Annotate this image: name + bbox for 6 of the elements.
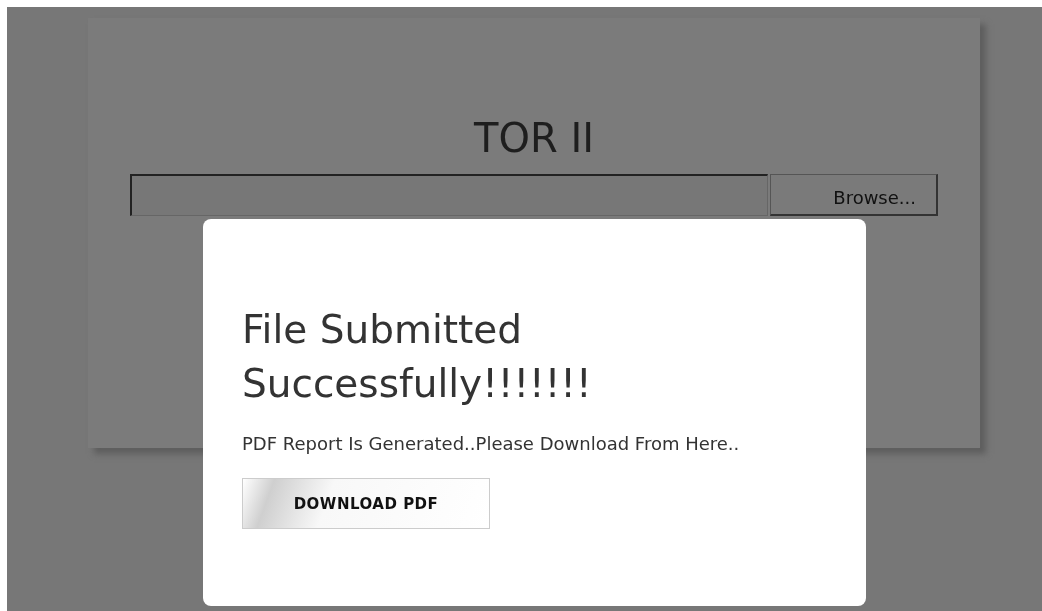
- download-pdf-button[interactable]: DOWNLOAD PDF: [242, 478, 490, 529]
- page-title: TOR II: [473, 114, 595, 162]
- dialog-message: PDF Report Is Generated..Please Download From Here..: [242, 432, 741, 456]
- dialog-heading: File Submitted Successfully!!!!!!!: [242, 306, 593, 408]
- file-path-field[interactable]: [130, 174, 768, 216]
- browse-button[interactable]: Browse...: [770, 174, 938, 216]
